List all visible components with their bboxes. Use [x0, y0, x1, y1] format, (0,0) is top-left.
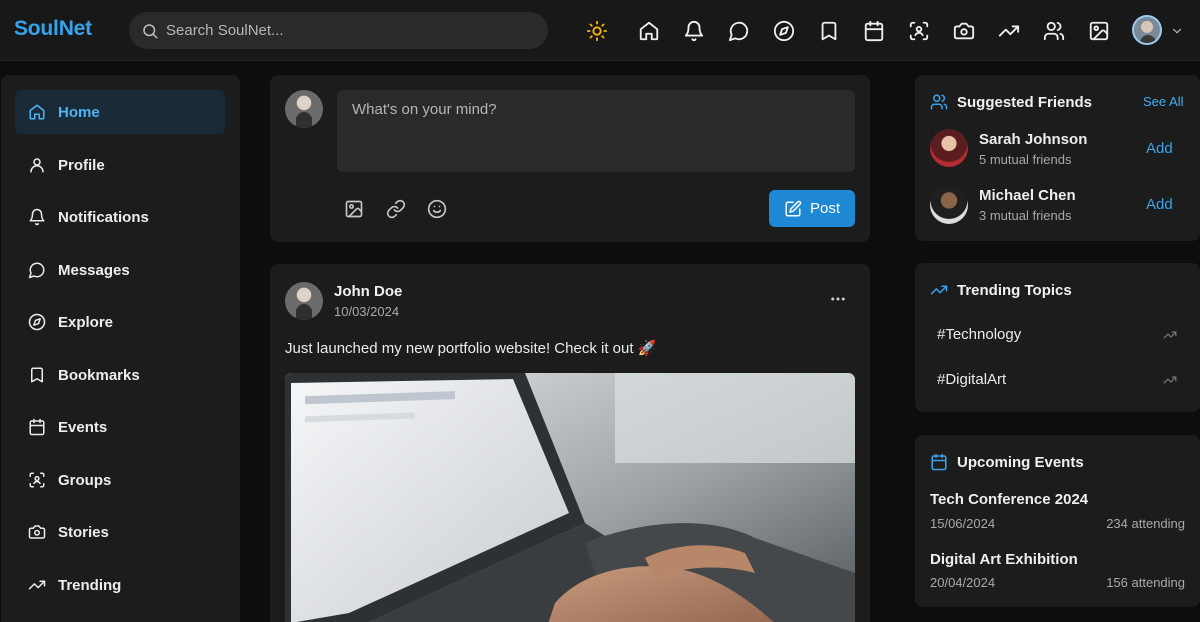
suggested-friends-card: Suggested Friends See All Sarah Johnson …	[915, 75, 1200, 241]
camera-icon[interactable]	[952, 19, 976, 43]
bookmark-icon	[31, 367, 43, 383]
avatar[interactable]	[285, 282, 323, 320]
home-icon	[29, 104, 45, 120]
feed-post: John Doe 10/03/2024 Just launched my new…	[270, 264, 870, 622]
left-sidebar: Home Profile Notifications Messages Expl…	[1, 75, 240, 622]
card-title: Suggested Friends	[930, 93, 1092, 111]
trending-topics-title: Trending Topics	[957, 281, 1072, 299]
mutual-friends: 5 mutual friends	[979, 152, 1072, 167]
post-composer: What's on your mind? Post	[270, 75, 870, 242]
search-bar[interactable]	[129, 12, 548, 49]
avatar[interactable]	[930, 129, 968, 167]
trending-icon	[1163, 376, 1177, 384]
app-logo[interactable]: SoulNet	[14, 17, 92, 41]
post-text: Just launched my new portfolio website! …	[285, 340, 657, 357]
home-icon[interactable]	[637, 19, 661, 43]
trending-icon	[930, 285, 948, 295]
event-name[interactable]: Digital Art Exhibition	[930, 551, 1078, 568]
suggested-friends-title: Suggested Friends	[957, 93, 1093, 111]
sidebar-item-label: Profile	[58, 156, 105, 174]
avatar	[285, 90, 323, 128]
sidebar-item-label: Bookmarks	[58, 366, 140, 384]
trending-topic[interactable]: #DigitalArt	[937, 371, 1006, 388]
sidebar-item-events[interactable]: Events	[15, 405, 225, 449]
event-attending: 234 attending	[1106, 516, 1185, 531]
trending-icon	[1163, 331, 1177, 339]
trending-topics-card: Trending Topics #Technology #DigitalArt	[915, 263, 1200, 412]
search-input[interactable]	[166, 22, 526, 39]
calendar-icon	[931, 453, 947, 471]
calendar-icon	[29, 418, 45, 436]
see-all-link[interactable]: See All	[1143, 94, 1183, 109]
post-button[interactable]: Post	[769, 190, 855, 227]
sidebar-item-profile[interactable]: Profile	[15, 143, 225, 187]
trending-icon[interactable]	[997, 19, 1021, 43]
edit-icon	[785, 200, 802, 216]
sidebar-item-label: Messages	[58, 261, 130, 279]
search-icon	[143, 23, 158, 38]
sidebar-item-label: Home	[58, 103, 100, 121]
sidebar-item-messages[interactable]: Messages	[15, 248, 225, 292]
link-icon[interactable]	[386, 199, 406, 219]
users-icon	[930, 94, 948, 110]
message-icon	[28, 262, 45, 279]
chevron-down-icon[interactable]	[1170, 24, 1184, 38]
image-icon[interactable]	[1087, 19, 1111, 43]
post-author[interactable]: John Doe	[334, 283, 402, 300]
post-button-label: Post	[809, 200, 840, 217]
sidebar-item-label: Stories	[58, 523, 109, 541]
sidebar-item-trending[interactable]: Trending	[15, 563, 225, 607]
event-name[interactable]: Tech Conference 2024	[930, 491, 1088, 508]
card-title: Trending Topics	[930, 281, 1072, 299]
sidebar-item-explore[interactable]: Explore	[15, 300, 225, 344]
compass-icon	[28, 313, 46, 331]
message-icon[interactable]	[727, 19, 751, 43]
trending-icon	[28, 580, 46, 590]
post-image[interactable]	[285, 373, 855, 622]
emoji-icon[interactable]	[427, 199, 447, 219]
sidebar-item-label: Events	[58, 418, 108, 436]
upcoming-events-title: Upcoming Events	[957, 453, 1084, 471]
add-friend-button[interactable]: Add	[1146, 140, 1173, 157]
bookmark-icon[interactable]	[817, 19, 841, 43]
post-date: 10/03/2024	[334, 304, 400, 319]
groups-icon[interactable]	[907, 19, 931, 43]
top-bar: SoulNet	[0, 0, 1200, 61]
calendar-icon[interactable]	[862, 19, 886, 43]
sun-icon[interactable]	[585, 19, 609, 43]
mutual-friends: 3 mutual friends	[979, 208, 1072, 223]
avatar[interactable]	[930, 186, 968, 224]
sidebar-item-label: Trending	[58, 576, 122, 594]
sidebar-item-groups[interactable]: Groups	[15, 458, 225, 502]
event-attending: 156 attending	[1106, 575, 1185, 590]
sidebar-item-bookmarks[interactable]: Bookmarks	[15, 353, 225, 397]
card-title: Upcoming Events	[930, 453, 1084, 471]
sidebar-item-label: Groups	[58, 471, 112, 489]
composer-input[interactable]: What's on your mind?	[337, 90, 855, 172]
event-date: 15/06/2024	[930, 516, 996, 531]
sidebar-item-home[interactable]: Home	[15, 90, 225, 134]
user-icon	[30, 158, 44, 173]
sidebar-item-label: Notifications	[58, 208, 149, 226]
sidebar-item-stories[interactable]: Stories	[15, 510, 225, 554]
bell-icon[interactable]	[682, 19, 706, 43]
groups-icon	[29, 472, 45, 488]
friend-name[interactable]: Sarah Johnson	[979, 131, 1087, 148]
add-friend-button[interactable]: Add	[1146, 196, 1173, 213]
friend-name[interactable]: Michael Chen	[979, 187, 1076, 204]
profile-avatar[interactable]	[1132, 15, 1162, 45]
compass-icon[interactable]	[772, 19, 796, 43]
image-icon[interactable]	[344, 199, 364, 219]
sidebar-item-notifications[interactable]: Notifications	[15, 195, 225, 239]
trending-topic[interactable]: #Technology	[937, 326, 1021, 343]
camera-icon	[28, 525, 46, 539]
bell-icon	[29, 208, 45, 226]
more-options-icon[interactable]	[829, 290, 847, 308]
event-date: 20/04/2024	[930, 575, 996, 590]
sidebar-item-label: Explore	[58, 313, 114, 331]
upcoming-events-card: Upcoming Events Tech Conference 2024 15/…	[915, 435, 1200, 607]
users-icon[interactable]	[1042, 19, 1066, 43]
